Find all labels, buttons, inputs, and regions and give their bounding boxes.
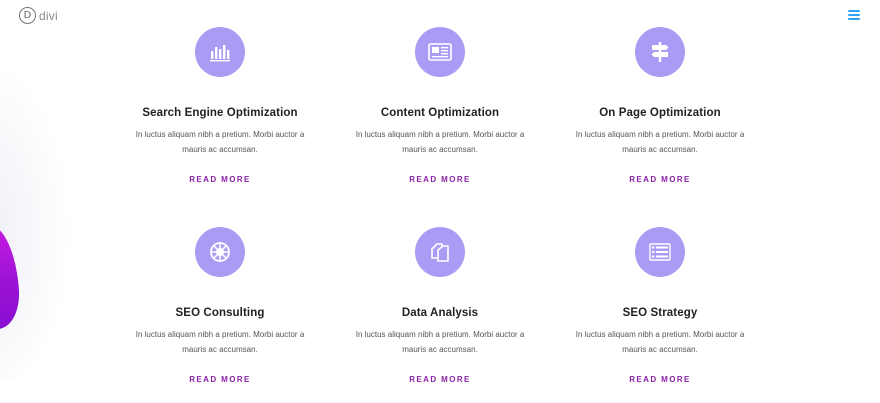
feature-icon-circle xyxy=(635,27,685,77)
feature-seo-consulting: SEO Consulting In luctus aliquam nibh a … xyxy=(110,227,330,387)
feature-title: Data Analysis xyxy=(401,307,479,319)
life-ring-icon xyxy=(209,241,231,263)
feature-description: In luctus aliquam nibh a pretium. Morbi … xyxy=(575,330,745,354)
read-more-link[interactable]: READ MORE xyxy=(409,175,471,184)
read-more-link[interactable]: READ MORE xyxy=(409,375,471,384)
feature-description: In luctus aliquam nibh a pretium. Morbi … xyxy=(575,130,745,154)
logo-mark: D xyxy=(19,7,36,24)
feature-on-page-optimization: On Page Optimization In luctus aliquam n… xyxy=(550,27,770,187)
menu-bar xyxy=(848,18,860,20)
page: D divi Search Engine Optimization In luc… xyxy=(0,0,880,403)
feature-icon-circle xyxy=(635,227,685,277)
feature-icon-circle xyxy=(415,27,465,77)
feature-title: Search Engine Optimization xyxy=(142,107,298,119)
feature-search-engine-optimization: Search Engine Optimization In luctus ali… xyxy=(110,27,330,187)
feature-icon-circle xyxy=(195,27,245,77)
bar-chart-icon xyxy=(209,42,231,62)
menu-bar xyxy=(848,14,860,16)
feature-description: In luctus aliquam nibh a pretium. Morbi … xyxy=(355,330,525,354)
list-icon xyxy=(649,242,671,262)
feature-description: In luctus aliquam nibh a pretium. Morbi … xyxy=(135,130,305,154)
feature-seo-strategy: SEO Strategy In luctus aliquam nibh a pr… xyxy=(550,227,770,387)
read-more-link[interactable]: READ MORE xyxy=(189,375,251,384)
site-logo[interactable]: D divi xyxy=(19,7,58,24)
read-more-link[interactable]: READ MORE xyxy=(629,375,691,384)
logo-text: divi xyxy=(39,8,58,23)
feature-data-analysis: Data Analysis In luctus aliquam nibh a p… xyxy=(330,227,550,387)
read-more-link[interactable]: READ MORE xyxy=(629,175,691,184)
feature-title: Content Optimization xyxy=(380,107,500,119)
feature-description: In luctus aliquam nibh a pretium. Morbi … xyxy=(135,330,305,354)
signpost-icon xyxy=(649,41,671,63)
read-more-link[interactable]: READ MORE xyxy=(189,175,251,184)
feature-icon-circle xyxy=(195,227,245,277)
feature-description: In luctus aliquam nibh a pretium. Morbi … xyxy=(355,130,525,154)
menu-bar xyxy=(848,10,860,12)
feature-title: SEO Strategy xyxy=(622,307,698,319)
feature-content-optimization: Content Optimization In luctus aliquam n… xyxy=(330,27,550,187)
copy-documents-icon xyxy=(429,241,451,263)
newspaper-icon xyxy=(428,43,452,61)
hamburger-menu-icon[interactable] xyxy=(848,10,860,20)
feature-title: On Page Optimization xyxy=(599,107,721,119)
decorative-glow xyxy=(0,60,70,380)
feature-icon-circle xyxy=(415,227,465,277)
feature-title: SEO Consulting xyxy=(175,307,265,319)
